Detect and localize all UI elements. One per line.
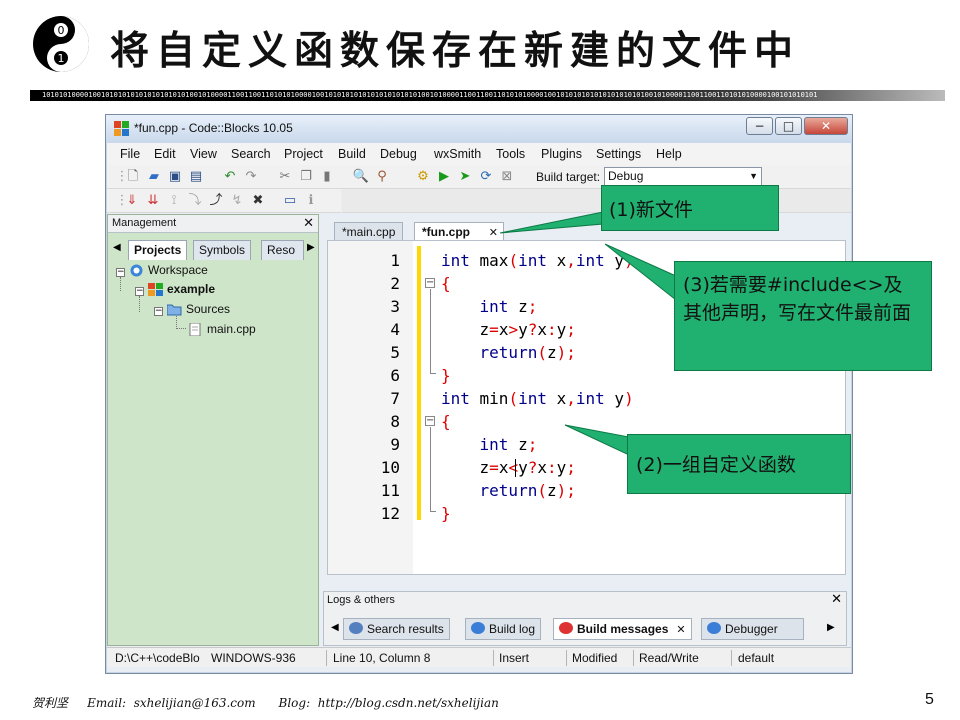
pointer-new-file bbox=[499, 211, 604, 234]
slide: 0 1 将自定义函数保存在新建的文件中 10101010000100101010… bbox=[0, 0, 960, 720]
callout-functions-note: (2)一组自定义函数 bbox=[627, 434, 851, 494]
page-number: 5 bbox=[925, 691, 934, 708]
callout-new-file: (1)新文件 bbox=[601, 185, 779, 231]
slide-footer: 贺利坚 Email: sxhelijian@163.com Blog: http… bbox=[32, 696, 499, 710]
pointer-functions-note bbox=[564, 424, 630, 456]
callout-include-note: (3)若需要#include<>及其他声明，写在文件最前面 bbox=[674, 261, 932, 371]
pointer-include-note bbox=[604, 243, 677, 302]
